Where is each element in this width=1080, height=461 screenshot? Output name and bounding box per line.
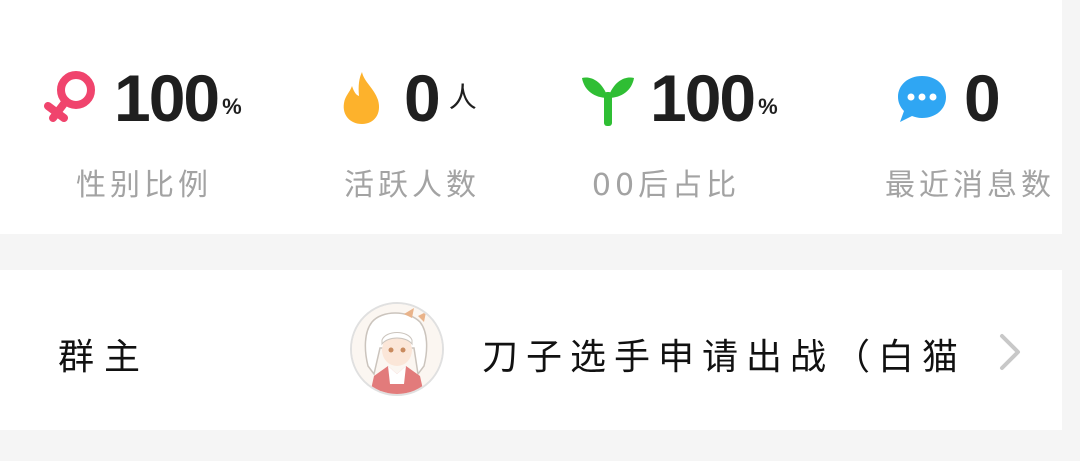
stat-label: 性别比例 [76,168,212,203]
stat-label: 活跃人数 [344,168,480,203]
owner-name: 刀子选手申请出战（白猫 [482,337,967,378]
stat-value: 0 [404,61,441,135]
stat-value: 0 [964,61,1001,135]
group-owner-row[interactable]: 群主 刀子选手申请出战（白猫 [0,270,1062,430]
owner-label: 群主 [58,337,151,378]
stat-active-members[interactable]: 0 人 活跃人数 [334,0,534,234]
stat-post00-ratio[interactable]: 100 % 00后占比 [580,0,820,234]
stat-label: 最近消息数 [885,168,1055,203]
chevron-right-icon [994,332,1024,372]
stat-unit: % [758,94,778,119]
sprout-icon [580,68,636,128]
flame-icon [334,68,390,128]
group-stats-card: 100 % 性别比例 0 人 活跃人数 100 % 00后占比 0 最近消息数 [0,0,1062,234]
stat-gender-ratio[interactable]: 100 % 性别比例 [44,0,284,234]
female-gender-icon [44,68,100,128]
stat-unit: % [222,94,242,119]
chat-bubble-icon [894,68,950,128]
stat-value: 100 [650,61,756,135]
stat-value: 100 [114,61,220,135]
stat-label: 00后占比 [591,168,741,203]
stat-recent-messages[interactable]: 0 最近消息数 [885,0,1051,234]
anime-avatar-icon[interactable] [350,302,444,396]
stat-unit: 人 [448,82,477,113]
